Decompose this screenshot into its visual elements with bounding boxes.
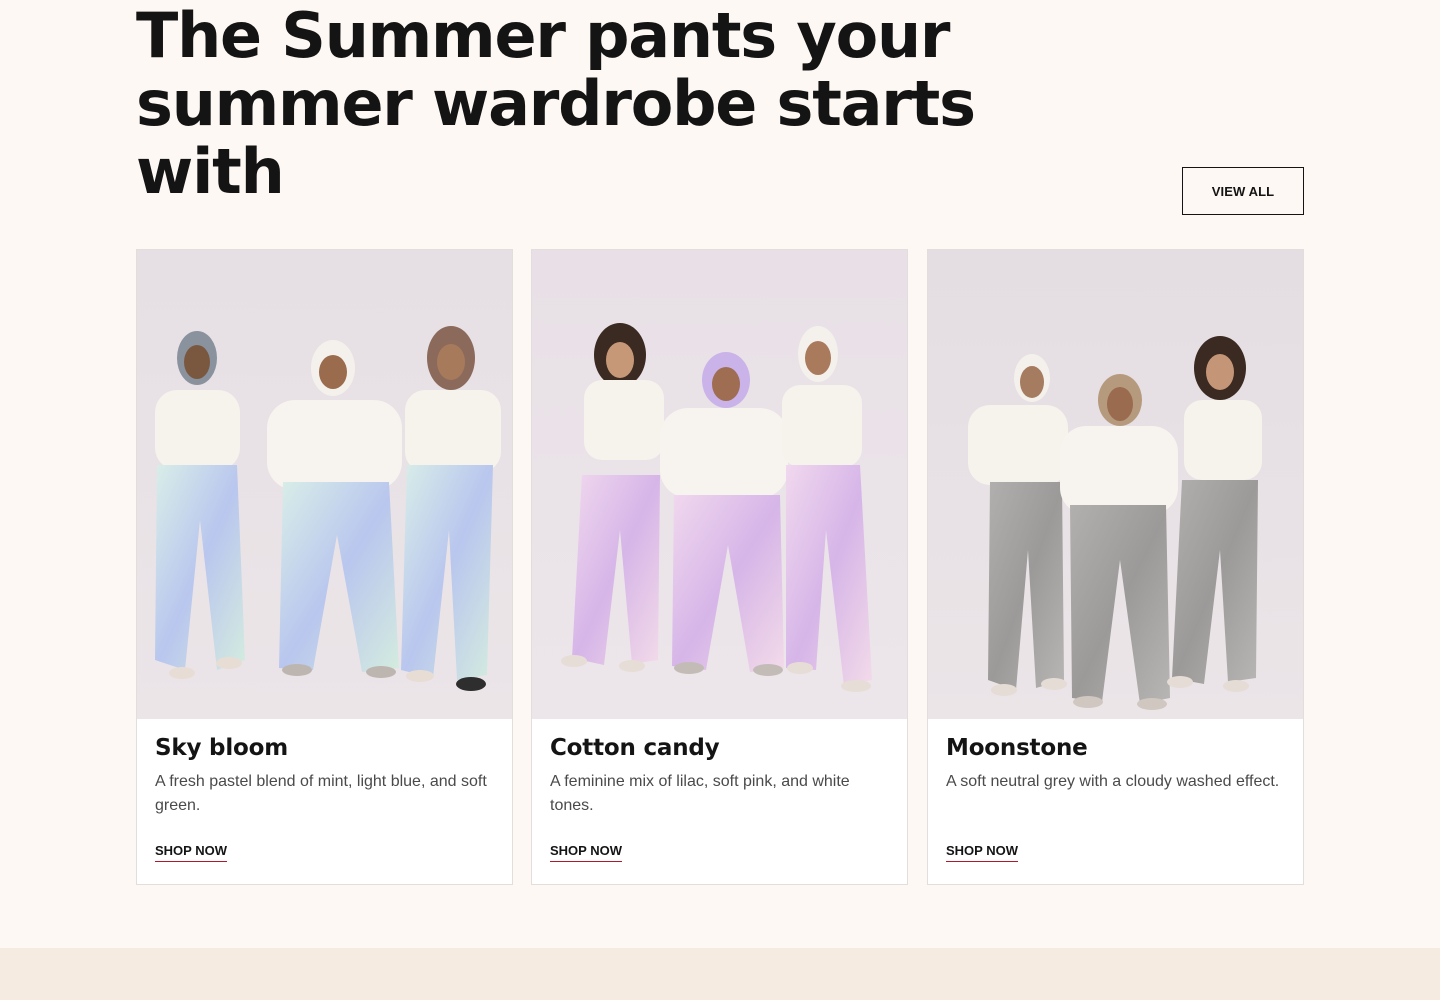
shop-now-link[interactable]: SHOP NOW bbox=[550, 842, 622, 862]
product-title: Moonstone bbox=[946, 735, 1088, 761]
product-card-cotton-candy[interactable]: Cotton candy A feminine mix of lilac, so… bbox=[531, 249, 908, 885]
product-image-sky-bloom[interactable] bbox=[137, 250, 512, 719]
view-all-button[interactable]: VIEW ALL bbox=[1182, 167, 1304, 215]
shop-now-link[interactable]: SHOP NOW bbox=[946, 842, 1018, 862]
product-photo bbox=[532, 250, 907, 719]
product-card-moonstone[interactable]: Moonstone A soft neutral grey with a clo… bbox=[927, 249, 1304, 885]
product-photo bbox=[137, 250, 512, 719]
shop-now-link[interactable]: SHOP NOW bbox=[155, 842, 227, 862]
product-image-cotton-candy[interactable] bbox=[532, 250, 907, 719]
product-photo bbox=[928, 250, 1303, 719]
next-section-band bbox=[0, 948, 1440, 1000]
product-description: A soft neutral grey with a cloudy washed… bbox=[946, 773, 1280, 790]
product-image-moonstone[interactable] bbox=[928, 250, 1303, 719]
product-title: Sky bloom bbox=[155, 735, 288, 761]
product-description: A feminine mix of lilac, soft pink, and … bbox=[550, 773, 850, 814]
product-card-sky-bloom[interactable]: Sky bloom A fresh pastel blend of mint, … bbox=[136, 249, 513, 885]
section-heading: The Summer pants your summer wardrobe st… bbox=[136, 0, 976, 208]
product-collection-section: The Summer pants your summer wardrobe st… bbox=[0, 0, 1440, 948]
product-title: Cotton candy bbox=[550, 735, 720, 761]
product-description: A fresh pastel blend of mint, light blue… bbox=[155, 773, 487, 814]
